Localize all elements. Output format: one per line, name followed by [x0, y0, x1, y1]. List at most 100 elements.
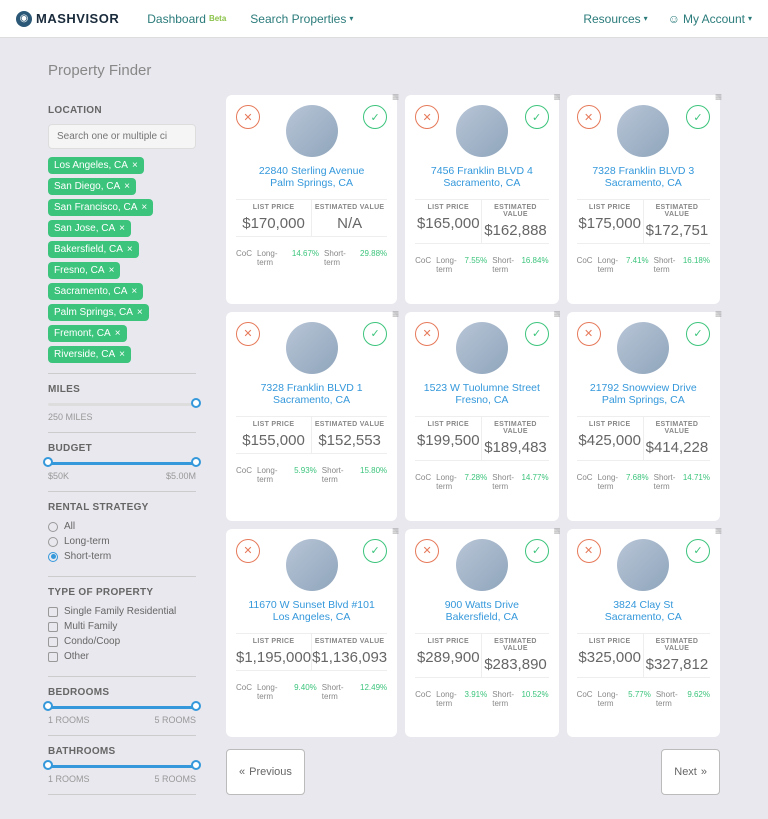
location-chip[interactable]: Fresno, CA×	[48, 262, 120, 279]
chip-label: Fremont, CA	[54, 328, 111, 339]
est-value: $327,812	[644, 656, 710, 673]
location-chip[interactable]: Los Angeles, CA×	[48, 157, 144, 174]
menu-icon[interactable]: ≡	[715, 525, 722, 537]
property-address[interactable]: 3824 Clay St Sacramento, CA	[577, 599, 710, 623]
property-address[interactable]: 7328 Franklin BLVD 3 Sacramento, CA	[577, 165, 710, 189]
location-chip[interactable]: Riverside, CA×	[48, 346, 131, 363]
list-price-label: LIST PRICE	[236, 638, 311, 645]
close-icon[interactable]: ×	[137, 307, 143, 318]
property-thumbnail[interactable]	[286, 539, 338, 591]
menu-icon[interactable]: ≡	[715, 91, 722, 103]
coc-label: CoC	[577, 690, 593, 708]
location-chip[interactable]: Palm Springs, CA×	[48, 304, 149, 321]
type-option[interactable]: Other	[48, 651, 196, 662]
menu-icon[interactable]: ≡	[392, 308, 399, 320]
property-thumbnail[interactable]	[456, 539, 508, 591]
accept-button[interactable]: ✓	[686, 539, 710, 563]
property-thumbnail[interactable]	[617, 322, 669, 374]
budget-slider[interactable]	[48, 462, 196, 465]
close-icon[interactable]: ×	[109, 265, 115, 276]
nav-account[interactable]: ☺My Account▾	[668, 12, 752, 26]
menu-icon[interactable]: ≡	[554, 91, 561, 103]
location-chip[interactable]: Bakersfield, CA×	[48, 241, 139, 258]
close-icon[interactable]: ×	[119, 349, 125, 360]
type-option[interactable]: Condo/Coop	[48, 636, 196, 647]
type-option[interactable]: Single Family Residential	[48, 606, 196, 617]
location-chip[interactable]: Sacramento, CA×	[48, 283, 143, 300]
reject-button[interactable]: ✕	[577, 322, 601, 346]
accept-button[interactable]: ✓	[686, 322, 710, 346]
property-thumbnail[interactable]	[286, 105, 338, 157]
previous-button[interactable]: «Previous	[226, 749, 305, 795]
close-icon[interactable]: ×	[124, 181, 130, 192]
rental-option[interactable]: All	[48, 521, 196, 532]
accept-button[interactable]: ✓	[686, 105, 710, 129]
property-address[interactable]: 1523 W Tuolumne Street Fresno, CA	[415, 382, 548, 406]
close-icon[interactable]: ×	[141, 202, 147, 213]
rental-option[interactable]: Long-term	[48, 536, 196, 547]
close-icon[interactable]: ×	[119, 223, 125, 234]
chip-label: San Diego, CA	[54, 181, 120, 192]
short-term-value: 9.62%	[687, 690, 710, 708]
reject-button[interactable]: ✕	[415, 539, 439, 563]
coc-row: CoC Long-term 7.55% Short-term 16.84%	[415, 256, 548, 274]
nav-dashboard[interactable]: DashboardBeta	[147, 12, 226, 26]
nav-resources[interactable]: Resources▾	[583, 12, 647, 26]
coc-label: CoC	[415, 473, 431, 491]
property-address[interactable]: 11670 W Sunset Blvd #101 Los Angeles, CA	[236, 599, 387, 623]
close-icon[interactable]: ×	[132, 160, 138, 171]
reject-button[interactable]: ✕	[236, 105, 260, 129]
bathrooms-slider[interactable]	[48, 765, 196, 768]
address-line-1: 21792 Snowview Drive	[577, 382, 710, 394]
location-chip[interactable]: Fremont, CA ×	[48, 325, 127, 342]
long-term-label: Long-term	[598, 473, 621, 491]
bathrooms-max: 5 ROOMS	[154, 774, 196, 784]
reject-button[interactable]: ✕	[577, 539, 601, 563]
menu-icon[interactable]: ≡	[392, 525, 399, 537]
accept-button[interactable]: ✓	[363, 322, 387, 346]
reject-button[interactable]: ✕	[415, 322, 439, 346]
accept-button[interactable]: ✓	[525, 105, 549, 129]
menu-icon[interactable]: ≡	[392, 91, 399, 103]
accept-button[interactable]: ✓	[363, 105, 387, 129]
property-thumbnail[interactable]	[456, 322, 508, 374]
location-section: LOCATION Los Angeles, CA×San Diego, CA×S…	[48, 95, 196, 374]
reject-button[interactable]: ✕	[236, 539, 260, 563]
property-address[interactable]: 22840 Sterling Avenue Palm Springs, CA	[236, 165, 387, 189]
accept-button[interactable]: ✓	[363, 539, 387, 563]
bedrooms-slider[interactable]	[48, 706, 196, 709]
reject-button[interactable]: ✕	[236, 322, 260, 346]
location-search-input[interactable]	[48, 124, 196, 149]
nav-search-properties[interactable]: Search Properties▾	[250, 12, 353, 26]
menu-icon[interactable]: ≡	[554, 308, 561, 320]
logo[interactable]: ◉ MASHVISOR	[16, 11, 119, 27]
accept-button[interactable]: ✓	[525, 322, 549, 346]
address-line-1: 7328 Franklin BLVD 3	[577, 165, 710, 177]
close-icon[interactable]: ×	[115, 328, 121, 339]
reject-button[interactable]: ✕	[577, 105, 601, 129]
type-option[interactable]: Multi Family	[48, 621, 196, 632]
property-address[interactable]: 21792 Snowview Drive Palm Springs, CA	[577, 382, 710, 406]
property-thumbnail[interactable]	[617, 105, 669, 157]
close-icon[interactable]: ×	[131, 286, 137, 297]
address-line-1: 11670 W Sunset Blvd #101	[236, 599, 387, 611]
menu-icon[interactable]: ≡	[715, 308, 722, 320]
accept-button[interactable]: ✓	[525, 539, 549, 563]
property-thumbnail[interactable]	[617, 539, 669, 591]
reject-button[interactable]: ✕	[415, 105, 439, 129]
miles-slider[interactable]	[48, 403, 196, 406]
property-thumbnail[interactable]	[456, 105, 508, 157]
short-term-label: Short-term	[492, 256, 516, 274]
close-icon[interactable]: ×	[127, 244, 133, 255]
property-address[interactable]: 900 Watts Drive Bakersfield, CA	[415, 599, 548, 623]
location-chip[interactable]: San Jose, CA×	[48, 220, 131, 237]
property-thumbnail[interactable]	[286, 322, 338, 374]
location-chip[interactable]: San Francisco, CA×	[48, 199, 153, 216]
location-chip[interactable]: San Diego, CA ×	[48, 178, 136, 195]
next-button[interactable]: Next»	[661, 749, 720, 795]
nav-account-label: My Account	[683, 12, 745, 26]
rental-option[interactable]: Short-term	[48, 551, 196, 562]
menu-icon[interactable]: ≡	[554, 525, 561, 537]
property-address[interactable]: 7456 Franklin BLVD 4 Sacramento, CA	[415, 165, 548, 189]
property-address[interactable]: 7328 Franklin BLVD 1 Sacramento, CA	[236, 382, 387, 406]
